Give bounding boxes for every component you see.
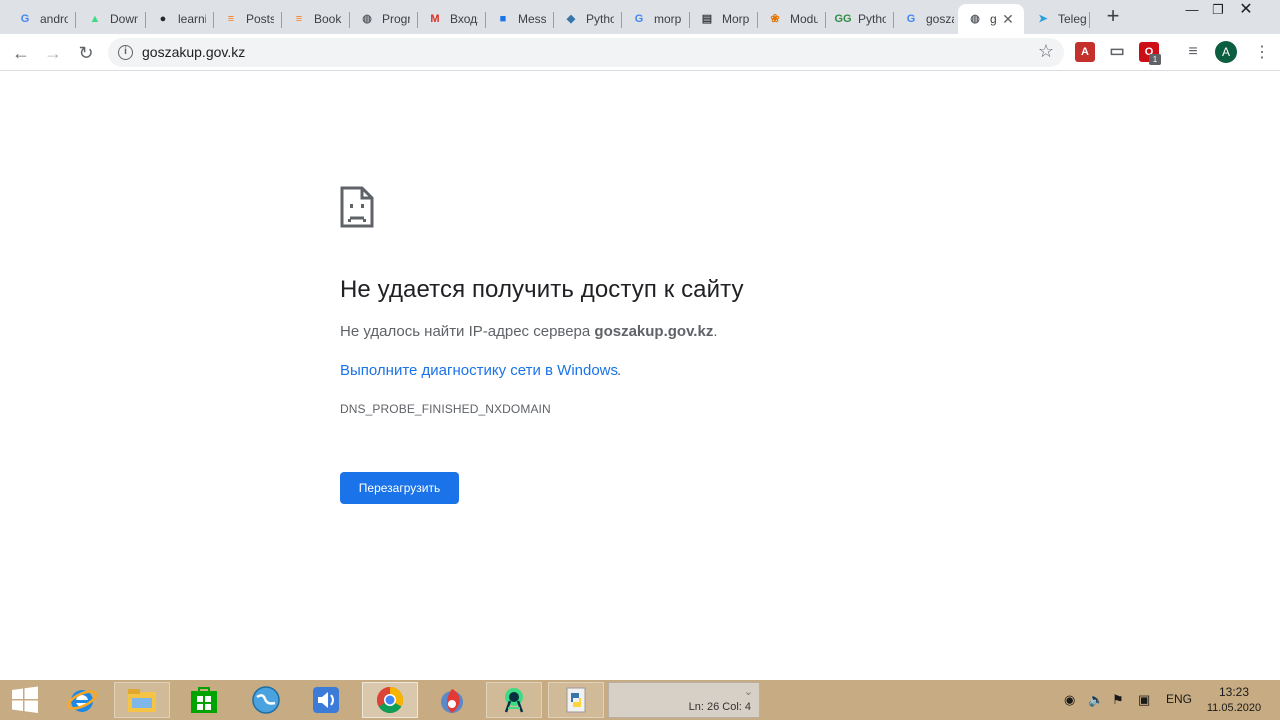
url-text[interactable]: goszakup.gov.kz [142,44,245,60]
internet-explorer-icon[interactable] [54,682,110,718]
tab-title: Morp [722,12,750,26]
tab-13[interactable]: Ggosza [894,4,958,34]
error-code: DNS_PROBE_FINISHED_NXDOMAIN [340,402,551,416]
forward-button[interactable]: → [40,40,66,66]
tab-2[interactable]: ● learni [146,4,214,34]
tab-12[interactable]: GG Pytho [826,4,894,34]
editor-status-bar: ⌄ Ln: 26 Col: 4 [608,682,760,718]
yandex-browser-icon[interactable] [424,682,480,718]
error-desc-prefix: Не удалось найти IP-адрес сервера [340,323,595,340]
info-icon[interactable]: i [118,45,133,60]
reload-button[interactable]: Перезагрузить [340,472,459,504]
language-indicator[interactable]: ENG [1166,692,1192,706]
media-control-icon[interactable]: ≡ [1183,42,1203,62]
kebab-menu-icon[interactable]: ⋮ [1254,40,1270,66]
stackoverflow-icon: ≡ [295,13,303,25]
tab-title: Teleg [1058,12,1086,26]
bookmark-star-icon[interactable]: ☆ [1038,41,1054,62]
tab-title: Modu [790,12,818,26]
tab-separator [1089,12,1090,28]
google-icon: G [634,13,644,25]
error-desc-suffix: . [713,323,718,340]
android-studio-icon[interactable] [486,682,542,718]
tab-15[interactable]: ➤ Teleg [1026,4,1090,34]
sad-document-icon [340,186,374,228]
module-icon: ❀ [770,13,780,25]
speaker-app-icon[interactable] [298,682,354,718]
globe-icon: ◍ [970,13,980,25]
python-icon: ◆ [566,13,576,25]
monitor-tray-icon[interactable]: ▣ [1138,692,1150,708]
extension-badge: 1 [1149,54,1161,65]
windows-store-icon[interactable] [176,682,232,718]
tab-9[interactable]: Gmorp [622,4,690,34]
tab-0[interactable]: Gandro [8,4,76,34]
github-icon: ● [159,13,167,25]
tab-7[interactable]: ■ Mess [486,4,554,34]
tab-title: gosza [926,12,954,26]
error-host: goszakup.gov.kz [594,323,714,340]
tab-title: morp [654,12,682,26]
gmail-icon: M [430,13,440,25]
tab-title: Posts [246,12,274,26]
tab-title: Mess [518,12,546,26]
back-button[interactable]: ← [8,40,34,66]
tab-title: learni [178,12,206,26]
tab-title: Входя [450,12,478,26]
file-explorer-icon[interactable] [114,682,170,718]
document-icon: ▤ [701,13,713,25]
network-tray-icon[interactable]: ◉ [1064,692,1075,708]
reload-icon[interactable]: ↻ [73,40,99,66]
gfg-icon: GG [834,13,852,25]
tab-title: Pytho [586,12,614,26]
tab-title: andro [40,12,68,26]
error-description: Не удалось найти IP-адрес сервера goszak… [340,323,718,340]
messenger-icon: ■ [499,13,507,25]
error-title: Не удается получить доступ к сайту [340,276,744,303]
tab-11[interactable]: ❀ Modu [758,4,826,34]
tab-strip: Gandro ▲ Down ● learni ≡ Posts ≡ Book ◍ Progr M Вход… [0,0,1280,34]
chrome-icon[interactable] [362,682,418,718]
address-bar[interactable]: i goszakup.gov.kz ☆ [108,38,1064,67]
browser-toolbar: ← → ↻ i goszakup.gov.kz ☆ A ▭ O 1 ≡ A ⋮ [0,34,1280,71]
google-icon: G [906,13,916,25]
globe-icon: ◍ [362,13,372,25]
windows-start-icon[interactable] [0,682,50,718]
windows-taskbar: ⌄ Ln: 26 Col: 4 ◉ 🔈 ⚑ ▣ ENG 13:23 11.05.… [0,680,1280,720]
tab-title: Book [314,12,342,26]
close-window-button[interactable]: ✕ [1224,0,1268,22]
flag-tray-icon[interactable]: ⚑ [1112,692,1124,708]
error-page: Не удается получить доступ к сайту Не уд… [0,71,1280,680]
diagnostics-link-suffix: . [617,362,622,379]
clock-time[interactable]: 13:23 [1206,685,1262,699]
tab-3[interactable]: ≡ Posts [214,4,282,34]
tab-6[interactable]: M Входя [418,4,486,34]
google-icon: G [20,13,30,25]
volume-tray-icon[interactable]: 🔈 [1088,692,1104,708]
tab-5[interactable]: ◍ Progr [350,4,418,34]
tab-title: Pytho [858,12,886,26]
profile-avatar[interactable]: A [1215,41,1237,63]
tab-4[interactable]: ≡ Book [282,4,350,34]
line-column-indicator: Ln: 26 Col: 4 [688,701,751,713]
tab-title: Progr [382,12,410,26]
tab-1[interactable]: ▲ Down [78,4,146,34]
stackoverflow-icon: ≡ [227,13,235,25]
new-tab-button[interactable]: + [1102,5,1124,28]
tab-10[interactable]: ▤ Morp [690,4,758,34]
network-diagnostics-link[interactable]: Выполните диагностику сети в Windows [340,362,618,379]
tab-title: Down [110,12,138,26]
tab-close-icon[interactable]: ✕ [1000,11,1016,27]
clock-date[interactable]: 11.05.2020 [1200,702,1268,714]
python-app-icon[interactable] [548,682,604,718]
android-icon: ▲ [89,13,101,25]
acrobat-extension-icon[interactable]: A [1075,42,1095,62]
tab-separator [75,12,76,28]
tab-8[interactable]: ◆ Pytho [554,4,622,34]
telegram-icon: ➤ [1038,13,1048,25]
tab-14[interactable]: ◍ g ✕ [958,4,1024,34]
globe-app-icon[interactable] [238,682,294,718]
cast-extension-icon[interactable]: ▭ [1107,42,1127,62]
